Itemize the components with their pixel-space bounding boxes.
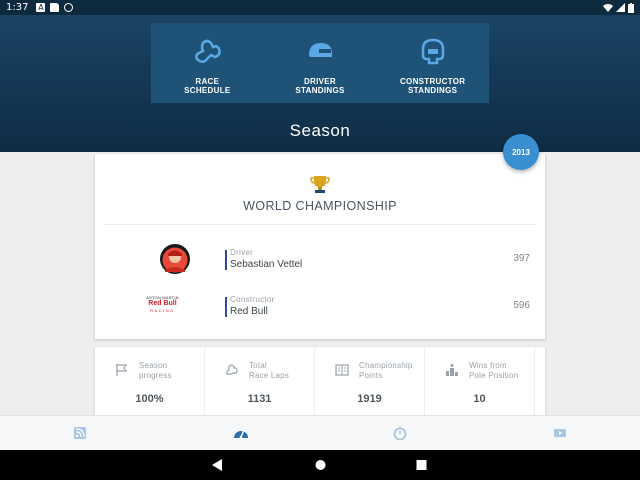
page-title: Season	[289, 121, 351, 140]
stat-value: 1131	[247, 393, 272, 405]
driver-name: Sebastian Vettel	[230, 259, 303, 270]
championship-title: WORLD CHAMPIONSHIP	[243, 199, 397, 213]
stat-value: 1919	[357, 393, 382, 405]
track-icon	[195, 39, 222, 63]
constructor-name: Red Bull	[230, 306, 268, 317]
constructor-row[interactable]: ASTON MARTIN Red Bull RACING Constructor…	[95, 291, 545, 331]
driver-points: 397	[513, 253, 530, 264]
driver-standings-label: DRIVER STANDINGS	[295, 77, 345, 95]
flag-icon	[116, 364, 128, 376]
trophy-icon	[310, 176, 330, 193]
stat-wins-from-pole: Wins from Pole Position 10	[425, 347, 535, 415]
stat-total-race-laps: Total Race Laps 1131	[205, 347, 315, 415]
stat-championship-points: Championship Points 1919	[315, 347, 425, 415]
stat-value: 10	[473, 393, 486, 405]
cell-signal-icon	[616, 3, 625, 12]
system-nav-bar	[0, 450, 640, 480]
stopwatch-icon[interactable]	[393, 426, 407, 440]
driver-accent-bar	[225, 250, 227, 270]
stats-strip: Season progress 100% Total Race Laps 1131 …	[95, 347, 545, 415]
race-schedule-label: RACE SCHEDULE	[184, 77, 231, 95]
recents-icon[interactable]	[416, 459, 427, 471]
constructor-accent-bar	[225, 297, 227, 317]
constructor-caption: Constructor	[230, 295, 275, 304]
stat-value: 100%	[135, 393, 164, 405]
bottom-nav	[0, 415, 640, 450]
header: RACE SCHEDULE DRIVER STANDINGS CONSTRUCTOR…	[0, 15, 640, 152]
driver-standings-button[interactable]: DRIVER STANDINGS	[264, 23, 377, 103]
constructor-points: 596	[513, 300, 530, 311]
driver-avatar	[160, 244, 190, 274]
wifi-icon	[603, 4, 613, 12]
points-icon	[335, 364, 349, 376]
video-icon[interactable]	[553, 426, 567, 440]
podium-icon	[446, 364, 458, 376]
stat-season-progress: Season progress 100%	[95, 347, 205, 415]
constructor-standings-label: CONSTRUCTOR STANDINGS	[399, 77, 466, 95]
home-icon[interactable]	[315, 459, 326, 471]
steering-wheel-icon	[421, 38, 444, 65]
helmet-icon	[309, 43, 332, 57]
top-nav-panel: RACE SCHEDULE DRIVER STANDINGS CONSTRUCTOR…	[151, 23, 489, 103]
driver-row[interactable]: Driver Sebastian Vettel 397	[95, 244, 545, 284]
constructor-logo: ASTON MARTIN Red Bull RACING	[146, 295, 179, 313]
notification-a-icon: A	[36, 3, 46, 12]
sd-card-icon	[50, 3, 60, 12]
battery-icon	[628, 2, 634, 13]
clock: 1:37	[6, 2, 29, 13]
sync-icon	[64, 3, 74, 12]
constructor-standings-button[interactable]: CONSTRUCTOR STANDINGS	[376, 23, 489, 103]
championship-card: WORLD CHAMPIONSHIP Driver Sebastian Vett…	[95, 154, 545, 339]
race-schedule-button[interactable]: RACE SCHEDULE	[151, 23, 264, 103]
speedometer-icon[interactable]	[233, 425, 249, 441]
driver-caption: Driver	[230, 248, 254, 257]
year-badge[interactable]: 2013	[503, 134, 539, 170]
divider	[105, 224, 535, 225]
status-bar: 1:37 A	[0, 0, 640, 15]
back-icon[interactable]	[212, 459, 223, 471]
rss-icon[interactable]	[73, 426, 87, 440]
stat-overflow	[535, 347, 545, 415]
laps-icon	[226, 364, 238, 375]
